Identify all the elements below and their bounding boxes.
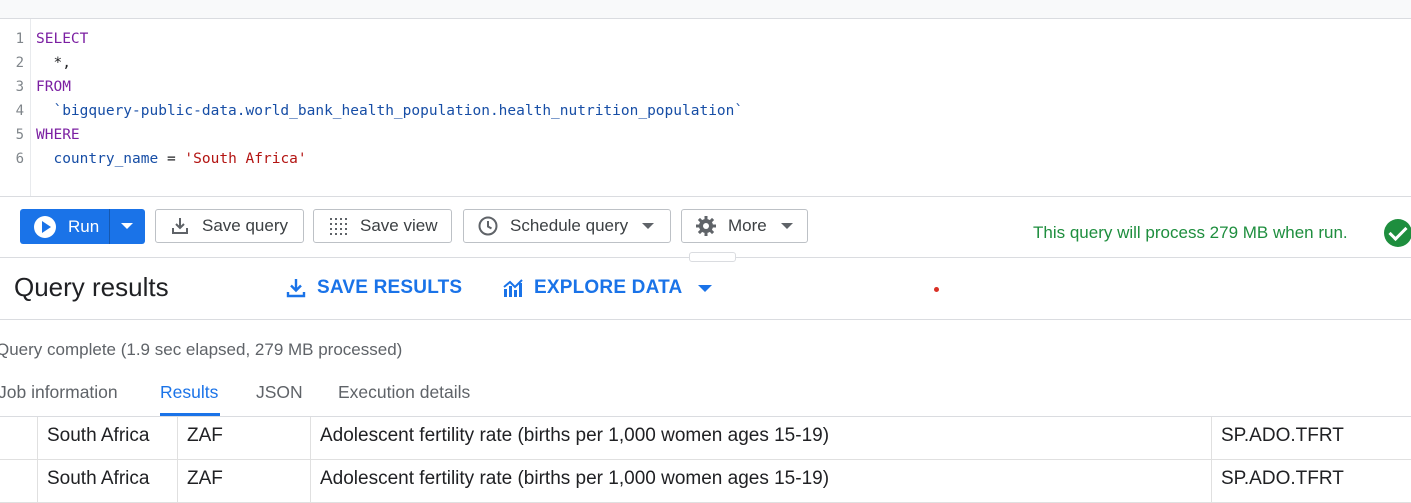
- results-tabs: Job information Results JSON Execution d…: [0, 372, 1411, 417]
- gear-icon: [694, 214, 718, 238]
- cursor-dot: [934, 287, 939, 292]
- sql-editor[interactable]: 1 2 3 4 5 6 SELECT *, FROM `bigquery-pub…: [0, 19, 1411, 197]
- save-query-button[interactable]: Save query: [155, 209, 304, 243]
- run-button[interactable]: Run: [20, 209, 145, 244]
- line-gutter: 1 2 3 4 5 6: [0, 19, 31, 196]
- indicator-cell[interactable]: Adolescent fertility rate (births per 1,…: [310, 460, 1211, 502]
- condition-column: country_name: [36, 151, 159, 167]
- run-divider: [109, 209, 110, 244]
- line-number: 3: [15, 79, 24, 95]
- code-line-star[interactable]: *,: [36, 51, 70, 75]
- query-toolbar: Run Save query Save view Schedule query …: [0, 197, 1411, 262]
- row-number-cell: [0, 417, 37, 459]
- save-results-button[interactable]: SAVE RESULTS: [285, 277, 462, 299]
- save-view-button[interactable]: Save view: [313, 209, 452, 243]
- table-row[interactable]: South Africa ZAF Adolescent fertility ra…: [0, 460, 1411, 503]
- save-results-label: SAVE RESULTS: [317, 277, 463, 298]
- tab-job-information[interactable]: Job information: [0, 382, 118, 403]
- explore-data-button[interactable]: EXPLORE DATA: [502, 277, 713, 299]
- row-number-cell: [0, 460, 37, 502]
- tab-results[interactable]: Results: [160, 382, 218, 403]
- indicator-cell[interactable]: Adolescent fertility rate (births per 1,…: [310, 417, 1211, 459]
- more-button[interactable]: More: [681, 209, 808, 243]
- condition-string: 'South Africa': [184, 151, 307, 167]
- run-dropdown-icon[interactable]: [121, 223, 133, 229]
- indicator-code-cell[interactable]: SP.ADO.TFRT: [1211, 417, 1411, 459]
- save-view-label: Save view: [360, 216, 438, 235]
- check-circle-icon: [1384, 219, 1411, 247]
- code-line-from[interactable]: FROM: [36, 75, 71, 99]
- clock-icon: [476, 214, 500, 238]
- process-estimate-text: This query will process 279 MB when run.: [1033, 223, 1348, 242]
- query-complete-text: Query complete (1.9 sec elapsed, 279 MB …: [0, 340, 403, 359]
- chevron-down-icon: [780, 223, 793, 229]
- download-icon: [285, 277, 307, 299]
- chart-icon: [502, 277, 524, 299]
- table-row[interactable]: South Africa ZAF Adolescent fertility ra…: [0, 417, 1411, 460]
- play-icon: [34, 215, 56, 238]
- indicator-code-cell[interactable]: SP.ADO.TFRT: [1211, 460, 1411, 502]
- condition-operator: =: [158, 151, 185, 167]
- results-header: Query results SAVE RESULTS EXPLORE DATA: [0, 258, 1411, 320]
- schedule-query-label: Schedule query: [510, 216, 629, 235]
- chevron-down-icon[interactable]: [698, 284, 713, 292]
- country-cell[interactable]: South Africa: [37, 417, 177, 459]
- code-line-condition[interactable]: country_name = 'South Africa': [36, 147, 307, 171]
- view-grid-icon: [326, 214, 350, 238]
- more-label: More: [728, 216, 767, 235]
- tab-json[interactable]: JSON: [256, 382, 303, 403]
- code-line-table[interactable]: `bigquery-public-data.world_bank_health_…: [36, 99, 743, 123]
- line-number: 2: [15, 55, 24, 71]
- country-cell[interactable]: South Africa: [37, 460, 177, 502]
- tab-execution-details[interactable]: Execution details: [338, 382, 470, 403]
- explore-data-label: EXPLORE DATA: [534, 277, 683, 298]
- line-number: 1: [15, 31, 24, 47]
- run-label: Run: [68, 216, 100, 236]
- line-number: 4: [15, 103, 24, 119]
- country-code-cell[interactable]: ZAF: [177, 417, 310, 459]
- line-number: 6: [15, 151, 24, 167]
- code-line-where[interactable]: WHERE: [36, 123, 80, 147]
- schedule-query-button[interactable]: Schedule query: [463, 209, 671, 243]
- country-code-cell[interactable]: ZAF: [177, 460, 310, 502]
- chevron-down-icon: [642, 223, 655, 229]
- results-table: South Africa ZAF Adolescent fertility ra…: [0, 417, 1411, 503]
- top-strip: [0, 0, 1411, 19]
- line-number: 5: [15, 127, 24, 143]
- code-line-select[interactable]: SELECT: [36, 27, 88, 51]
- results-title: Query results: [14, 272, 169, 302]
- save-icon: [168, 214, 192, 238]
- save-query-label: Save query: [202, 216, 288, 235]
- active-tab-indicator: [160, 413, 220, 416]
